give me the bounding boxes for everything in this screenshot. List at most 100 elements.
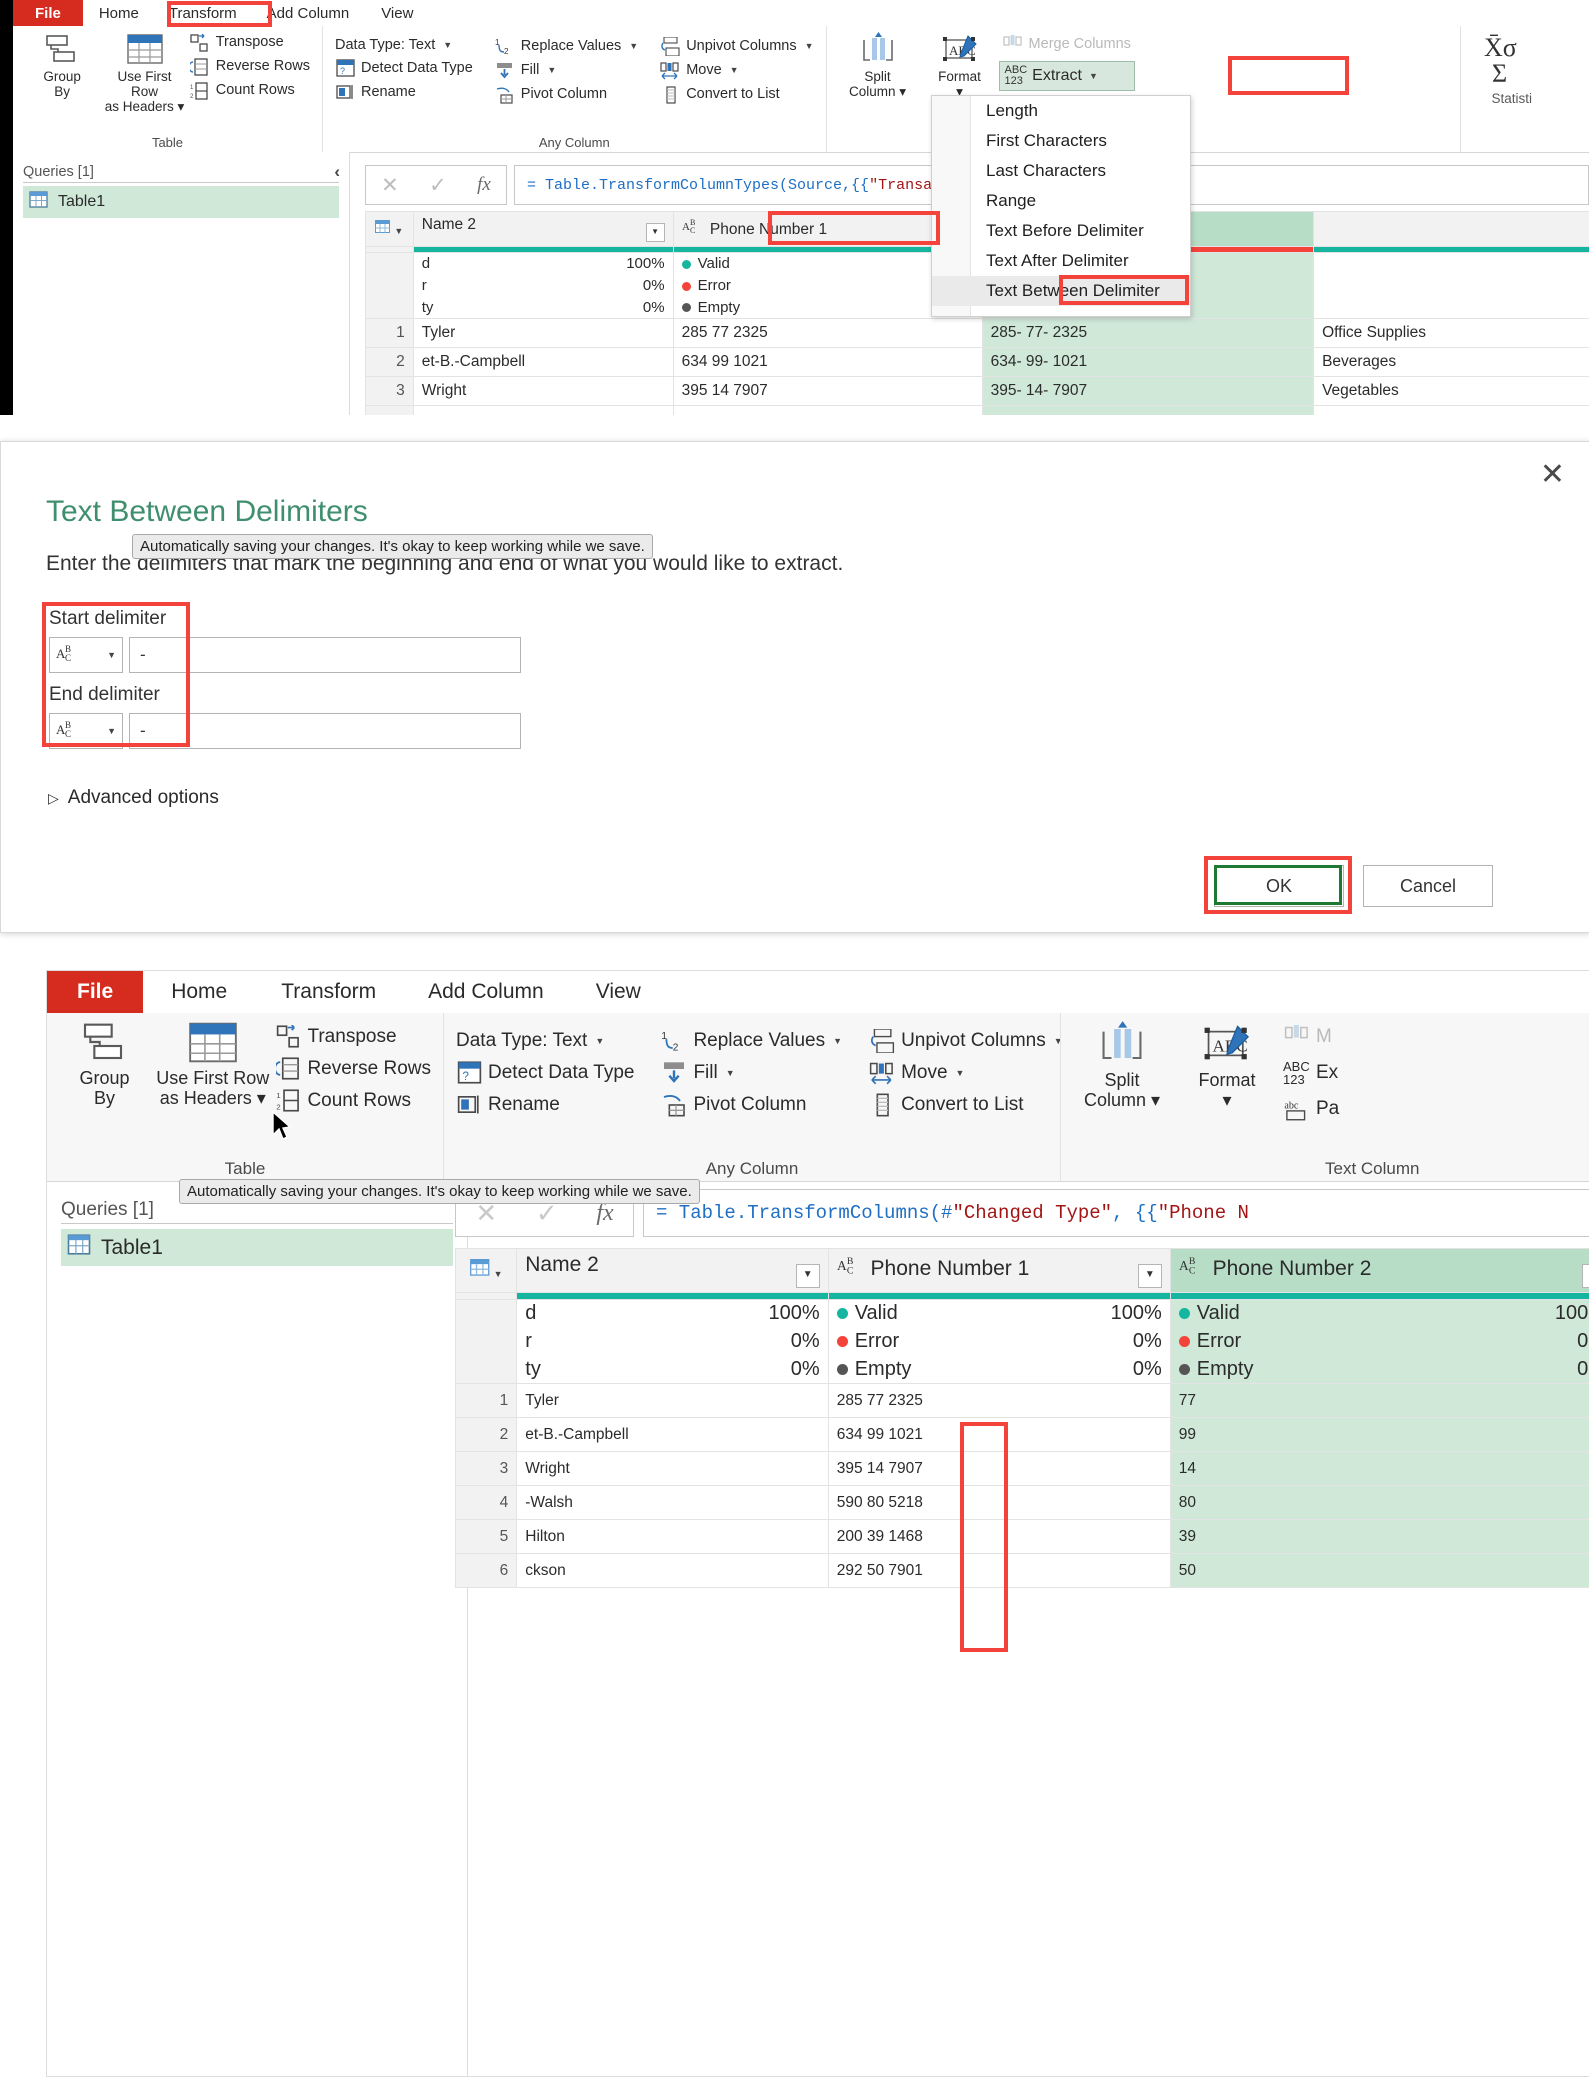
cell-name2[interactable]: Tyler (517, 1384, 828, 1418)
cell-extracted[interactable]: 77 (1170, 1384, 1231, 1418)
menu-item-first-characters[interactable]: First Characters (932, 126, 1190, 156)
cell-phone1[interactable]: 200 39 1468 (828, 1520, 1170, 1554)
cell-extracted-pad[interactable] (1232, 1486, 1589, 1520)
cell-extracted-pad[interactable] (1232, 1520, 1589, 1554)
replace-values-button[interactable]: 12 Replace Values▼ (656, 1029, 846, 1053)
select-all-cell[interactable]: ▼ (366, 212, 414, 247)
menu-item-text-after-delimiter[interactable]: Text After Delimiter (932, 246, 1190, 276)
cell-name2[interactable]: ckson (517, 1554, 828, 1588)
start-delimiter-type-select[interactable]: ABC ▼ (49, 637, 123, 673)
table-row-partial[interactable] (366, 406, 1589, 416)
column-header-name2[interactable]: Name 2 ▼ (413, 212, 673, 247)
tab-add-column[interactable]: Add Column (251, 0, 366, 26)
chevron-down-icon[interactable]: ▼ (494, 1269, 503, 1279)
replace-values-button[interactable]: 12 Replace Values▼ (491, 36, 642, 57)
format-button[interactable]: ABC Format ▾ (923, 30, 997, 99)
cell-phone1[interactable]: 634 99 1021 (673, 348, 982, 377)
count-rows-button[interactable]: 12 Count Rows (186, 80, 314, 101)
move-button[interactable]: Move▼ (864, 1061, 1067, 1085)
rename-button[interactable]: Rename (452, 1093, 638, 1117)
table-row[interactable]: 2 et-B.-Campbell 634 99 1021 634- 99- 10… (366, 348, 1589, 377)
transpose-button[interactable]: Transpose (271, 1025, 435, 1049)
transpose-button[interactable]: Transpose (186, 32, 314, 53)
group-by-button[interactable]: Group By (55, 1017, 154, 1108)
close-icon[interactable]: ✕ (1540, 460, 1565, 490)
cell-category[interactable]: Vegetables (1314, 377, 1589, 406)
tab-file[interactable]: File (13, 0, 83, 26)
menu-item-text-between-delimiter[interactable]: Text Between Delimiter (932, 276, 1190, 306)
menu-item-last-characters[interactable]: Last Characters (932, 156, 1190, 186)
end-delimiter-input[interactable]: - (129, 713, 521, 749)
cell-phone1[interactable]: 634 99 1021 (828, 1418, 1170, 1452)
column-header-extra[interactable] (1314, 212, 1589, 247)
cell-name2[interactable]: Hilton (517, 1520, 828, 1554)
cell-phone1[interactable]: 395 14 7907 (673, 377, 982, 406)
formula-input[interactable]: = Table.TransformColumns(#"Changed Type"… (643, 1189, 1589, 1237)
table-row[interactable]: 2 et-B.-Campbell 634 99 1021 99 (456, 1418, 1589, 1452)
menu-item-text-before-delimiter[interactable]: Text Before Delimiter (932, 216, 1190, 246)
cancel-button[interactable]: Cancel (1363, 865, 1493, 907)
table-row[interactable]: 5 Hilton 200 39 1468 39 (456, 1520, 1589, 1554)
cell-extracted-pad[interactable] (1232, 1554, 1589, 1588)
split-column-button[interactable]: Split Column ▾ (1069, 1017, 1175, 1110)
end-delimiter-type-select[interactable]: ABC ▼ (49, 713, 123, 749)
data-type-button[interactable]: Data Type: Text▼ (331, 36, 477, 55)
move-button[interactable]: Move▼ (656, 60, 817, 81)
cell-phone1[interactable]: 292 50 7901 (828, 1554, 1170, 1588)
accept-formula-icon[interactable]: ✓ (429, 173, 447, 198)
fx-icon[interactable]: fx (477, 174, 491, 196)
column-header-phone-number-1[interactable]: ABC Phone Number 1 ▼ (828, 1249, 1170, 1293)
menu-item-length[interactable]: Length (932, 96, 1190, 126)
use-first-row-as-headers-button[interactable]: Use First Row as Headers ▾ (103, 30, 185, 114)
pivot-column-button[interactable]: Pivot Column (656, 1093, 846, 1117)
cancel-formula-icon[interactable]: ✕ (381, 173, 399, 198)
table-row[interactable]: 3 Wright 395 14 7907 395- 14- 7907 Veget… (366, 377, 1589, 406)
unpivot-columns-button[interactable]: Unpivot Columns▼ (864, 1029, 1067, 1053)
column-filter-dropdown[interactable]: ▼ (796, 1264, 820, 1288)
cell-name2[interactable]: Tyler (413, 319, 673, 348)
tab-add-column[interactable]: Add Column (402, 971, 570, 1013)
cell-extracted[interactable]: 39 (1170, 1520, 1231, 1554)
detect-data-type-button[interactable]: ? Detect Data Type (331, 58, 477, 79)
chevron-down-icon[interactable]: ▼ (107, 726, 116, 736)
table-row[interactable]: 4 -Walsh 590 80 5218 80 (456, 1486, 1589, 1520)
cell-phone2[interactable]: 395- 14- 7907 (982, 377, 1313, 406)
use-first-row-as-headers-button[interactable]: Use First Row as Headers ▾ (154, 1017, 271, 1108)
cell-name2[interactable] (413, 406, 673, 416)
column-header-name2[interactable]: Name 2 ▼ (517, 1249, 828, 1293)
unpivot-columns-button[interactable]: Unpivot Columns▼ (656, 36, 817, 57)
cell-name2[interactable]: et-B.-Campbell (413, 348, 673, 377)
tab-transform[interactable]: Transform (255, 971, 402, 1013)
chevron-down-icon[interactable]: ▼ (394, 226, 403, 236)
tab-transform[interactable]: Transform (155, 0, 251, 26)
reverse-rows-button[interactable]: Reverse Rows (271, 1057, 435, 1081)
query-item-table1[interactable]: Table1 (61, 1229, 453, 1266)
cell-phone1[interactable] (673, 406, 982, 416)
convert-to-list-button[interactable]: Convert to List (656, 84, 817, 105)
tab-view[interactable]: View (570, 971, 667, 1013)
cell-name2[interactable]: Wright (517, 1452, 828, 1486)
cell-phone1[interactable]: 590 80 5218 (828, 1486, 1170, 1520)
cell-extracted[interactable]: 80 (1170, 1486, 1231, 1520)
cell-category[interactable]: Office Supplies (1314, 319, 1589, 348)
column-filter-dropdown[interactable]: ▼ (1582, 1264, 1589, 1288)
data-type-button[interactable]: Data Type: Text▼ (452, 1029, 638, 1053)
tab-view[interactable]: View (365, 0, 429, 26)
cell-name2[interactable]: Wright (413, 377, 673, 406)
table-row[interactable]: 6 ckson 292 50 7901 50 (456, 1554, 1589, 1588)
table-row[interactable]: 1 Tyler 285 77 2325 77 (456, 1384, 1589, 1418)
convert-to-list-button[interactable]: Convert to List (864, 1093, 1067, 1117)
split-column-button[interactable]: Split Column ▾ (835, 30, 921, 99)
fill-button[interactable]: Fill▼ (491, 60, 642, 81)
cell-phone2[interactable] (982, 406, 1313, 416)
fill-button[interactable]: Fill▼ (656, 1061, 846, 1085)
query-item-table1[interactable]: Table1 (23, 186, 339, 218)
cell-phone2[interactable]: 285- 77- 2325 (982, 319, 1313, 348)
column-filter-dropdown[interactable]: ▼ (646, 223, 665, 242)
extract-button[interactable]: ABC123 Extract ▼ (999, 61, 1135, 91)
rename-button[interactable]: Rename (331, 82, 477, 103)
tab-file[interactable]: File (47, 971, 143, 1013)
reverse-rows-button[interactable]: Reverse Rows (186, 56, 314, 77)
cell-name2[interactable]: et-B.-Campbell (517, 1418, 828, 1452)
cell-name2[interactable]: -Walsh (517, 1486, 828, 1520)
